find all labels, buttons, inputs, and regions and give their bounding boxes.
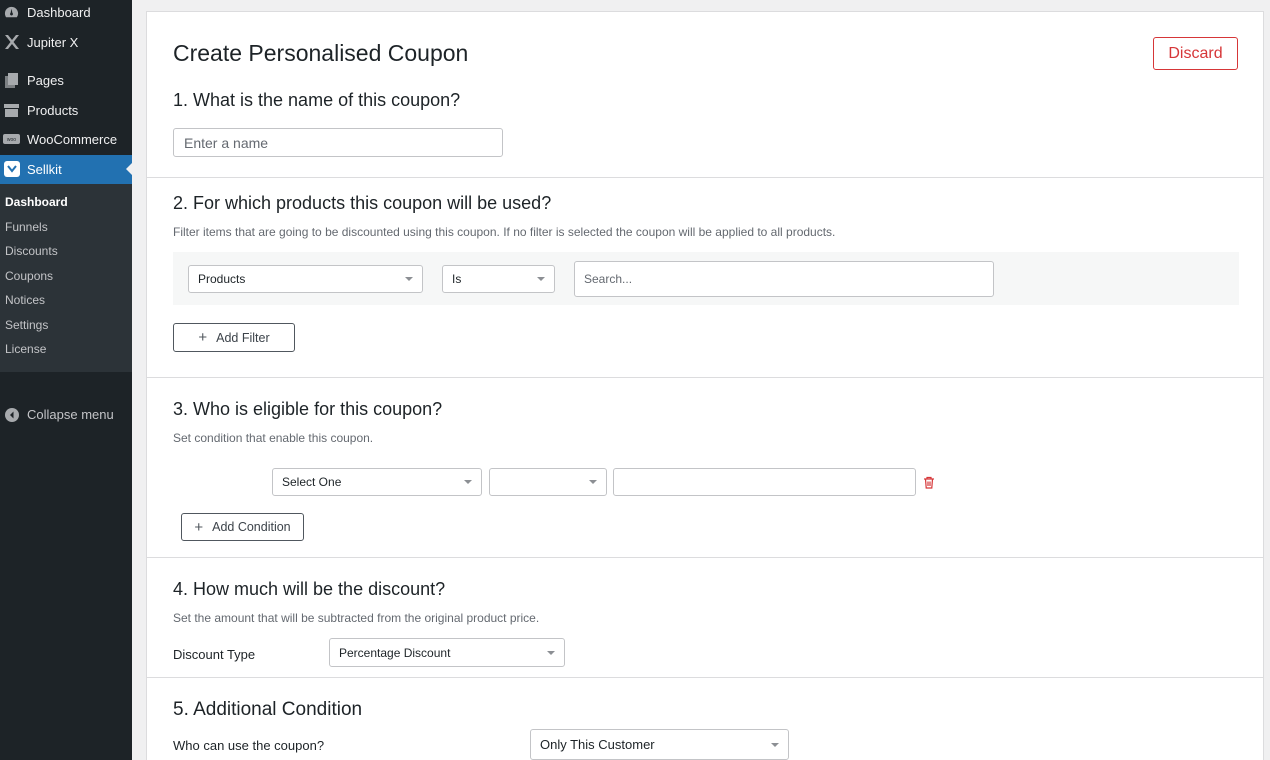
question-additional-condition: 5. Additional Condition	[173, 699, 363, 720]
discount-help-text: Set the amount that will be subtracted f…	[173, 611, 540, 625]
sidebar-item-woocommerce[interactable]: woo WooCommerce	[0, 125, 132, 155]
section-divider	[147, 677, 1263, 678]
chevron-down-icon	[464, 480, 472, 484]
sidebar-item-pages[interactable]: Pages	[0, 66, 132, 96]
page-title: Create Personalised Coupon	[173, 40, 469, 66]
jupiter-x-icon	[3, 34, 20, 51]
discount-type-value: Percentage Discount	[339, 645, 451, 660]
pages-icon	[3, 72, 20, 89]
submenu-item-license[interactable]: License	[0, 337, 132, 362]
condition-select-value: Select One	[282, 475, 342, 489]
filter-type-value: Products	[198, 272, 246, 286]
woocommerce-icon: woo	[3, 131, 20, 148]
sidebar-item-dashboard[interactable]: Dashboard	[0, 0, 132, 28]
question-products: 2. For which products this coupon will b…	[173, 193, 552, 213]
sidebar-item-label: Jupiter X	[27, 34, 79, 50]
add-filter-button[interactable]: + Add Filter	[173, 323, 295, 352]
submenu-item-dashboard[interactable]: Dashboard	[0, 190, 132, 215]
plus-icon: +	[198, 329, 208, 346]
add-filter-label: Add Filter	[216, 330, 270, 345]
sidebar-item-label: Sellkit	[27, 161, 62, 177]
condition-operator-select[interactable]	[489, 468, 607, 496]
collapse-menu-button[interactable]: Collapse menu	[0, 400, 132, 430]
discount-type-select[interactable]: Percentage Discount	[329, 638, 565, 667]
sellkit-icon	[3, 161, 20, 178]
chevron-down-icon	[405, 277, 413, 281]
sidebar-item-label: Dashboard	[27, 5, 91, 21]
submenu-item-discounts[interactable]: Discounts	[0, 239, 132, 264]
admin-sidebar: Dashboard Jupiter X Pages Products woo W…	[0, 0, 132, 760]
submenu-item-coupons[interactable]: Coupons	[0, 264, 132, 289]
question-coupon-name: 1. What is the name of this coupon?	[173, 90, 461, 110]
sidebar-item-sellkit[interactable]: Sellkit	[0, 154, 132, 184]
add-condition-label: Add Condition	[212, 520, 291, 534]
customer-eligibility-value: Only This Customer	[540, 737, 655, 752]
filter-type-select[interactable]: Products	[188, 265, 423, 293]
add-condition-button[interactable]: + Add Condition	[181, 513, 304, 541]
collapse-menu-label: Collapse menu	[27, 407, 114, 422]
sidebar-item-label: Pages	[27, 73, 64, 89]
sidebar-item-jupiter-x[interactable]: Jupiter X	[0, 28, 132, 58]
dashboard-icon	[3, 4, 20, 21]
sidebar-item-products[interactable]: Products	[0, 96, 132, 126]
section-divider	[147, 557, 1263, 558]
chevron-down-icon	[547, 650, 555, 655]
who-can-use-label: Who can use the coupon?	[173, 738, 325, 753]
chevron-down-icon	[589, 480, 597, 484]
svg-text:woo: woo	[7, 137, 16, 143]
products-icon	[3, 102, 20, 119]
section-divider	[147, 177, 1263, 178]
collapse-icon	[3, 406, 20, 423]
customer-eligibility-select[interactable]: Only This Customer	[530, 729, 789, 760]
condition-select[interactable]: Select One	[272, 468, 482, 496]
eligibility-help-text: Set condition that enable this coupon.	[173, 431, 374, 445]
chevron-down-icon	[537, 277, 545, 281]
filter-operator-value: Is	[452, 272, 462, 286]
coupon-name-input[interactable]: Enter a name	[173, 128, 503, 157]
sellkit-submenu: Dashboard Funnels Discounts Coupons Noti…	[0, 184, 132, 372]
chevron-down-icon	[771, 742, 779, 747]
sidebar-item-label: Products	[27, 102, 79, 118]
coupon-form-panel: Create Personalised Coupon Discard 1. Wh…	[146, 11, 1264, 760]
submenu-item-settings[interactable]: Settings	[0, 313, 132, 338]
condition-value-input[interactable]	[613, 468, 916, 496]
product-search-input[interactable]: Search...	[574, 261, 994, 297]
sidebar-item-label: WooCommerce	[27, 132, 118, 148]
question-discount-amount: 4. How much will be the discount?	[173, 579, 446, 599]
plus-icon: +	[194, 518, 204, 536]
filter-operator-select[interactable]: Is	[442, 265, 555, 293]
products-help-text: Filter items that are going to be discou…	[173, 225, 836, 239]
discard-button[interactable]: Discard	[1153, 37, 1238, 70]
delete-condition-icon[interactable]	[923, 476, 935, 489]
submenu-item-notices[interactable]: Notices	[0, 288, 132, 313]
question-eligibility: 3. Who is eligible for this coupon?	[173, 399, 443, 419]
discount-type-label: Discount Type	[173, 647, 256, 662]
submenu-item-funnels[interactable]: Funnels	[0, 215, 132, 240]
section-divider	[147, 377, 1263, 378]
